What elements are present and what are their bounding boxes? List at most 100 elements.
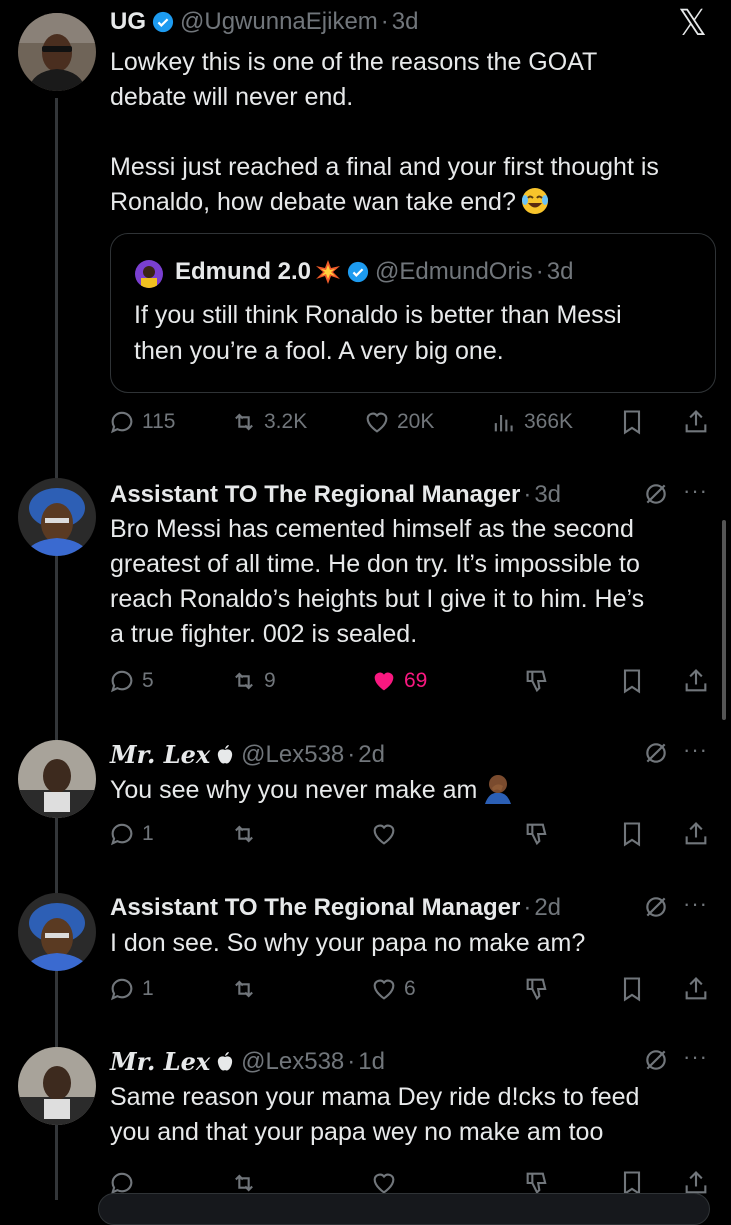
repost-button[interactable]: [230, 817, 258, 851]
dislike-button[interactable]: [523, 664, 551, 698]
author-name[interactable]: Assistant TO The Regional Manager: [110, 894, 520, 922]
quote-author-handle[interactable]: @EdmundOris: [375, 258, 533, 286]
reply-icon: [110, 823, 133, 846]
separator-dot: ·: [347, 1047, 356, 1075]
reply-time[interactable]: 1d: [358, 1048, 385, 1076]
author-name[interactable]: UG: [110, 8, 146, 36]
like-button[interactable]: 6: [370, 972, 416, 1006]
repost-count: 9: [264, 669, 276, 692]
more-icon[interactable]: ···: [683, 737, 708, 763]
views-button[interactable]: 366K: [490, 405, 573, 439]
reply-time[interactable]: 2d: [358, 741, 385, 769]
reply-body-line-wrap: You see why you never make am: [110, 772, 515, 808]
quote-author-name[interactable]: Edmund 2.0: [175, 258, 311, 286]
heart-icon: [373, 979, 395, 1000]
reply-button[interactable]: 115: [108, 405, 175, 439]
reply-body-line: Bro Messi has cemented himself as the se…: [110, 515, 634, 543]
reply-header: Assistant TO The Regional Manager · 3d: [110, 481, 561, 509]
tweet-time[interactable]: 3d: [392, 8, 419, 36]
avatar-mr-lex[interactable]: [18, 1047, 96, 1125]
reply-button[interactable]: 5: [108, 664, 154, 698]
like-button[interactable]: 69: [370, 664, 427, 698]
reply-body-line: you and that your papa wey no make am to…: [110, 1118, 604, 1146]
bookmark-icon: [623, 822, 641, 847]
reply-actions: 1 6: [108, 972, 716, 1006]
like-button[interactable]: [370, 817, 398, 851]
like-count: 6: [404, 977, 416, 1000]
reply-count: 1: [142, 977, 154, 1000]
grok-icon[interactable]: [643, 740, 669, 766]
author-handle[interactable]: @UgwunnaEjikem: [180, 8, 378, 36]
author-handle[interactable]: @Lex538: [241, 741, 344, 769]
avatar-assistant[interactable]: [18, 893, 96, 971]
bookmark-button[interactable]: [618, 972, 646, 1006]
tweet-body-line: Messi just reached a final and your firs…: [110, 153, 659, 181]
tweet-header: UG @UgwunnaEjikem · 3d: [110, 8, 418, 36]
reply-button[interactable]: 1: [108, 817, 154, 851]
reply-body-line: a true fighter. 002 is sealed.: [110, 620, 418, 648]
more-icon[interactable]: ···: [683, 478, 708, 504]
tweet-body-line: Ronaldo, how debate wan take end?: [110, 188, 516, 216]
separator-dot: ·: [523, 481, 532, 508]
dislike-button[interactable]: [523, 972, 551, 1006]
grok-icon[interactable]: [643, 481, 669, 507]
dislike-button[interactable]: [523, 817, 551, 851]
bookmark-button[interactable]: [618, 405, 646, 439]
share-button[interactable]: [682, 817, 710, 851]
like-count: 69: [404, 669, 428, 692]
repost-icon: [235, 825, 253, 843]
reply-time[interactable]: 2d: [534, 894, 561, 922]
thumbs-down-icon: [526, 978, 547, 1001]
avatar-assistant[interactable]: [18, 478, 96, 556]
reply-header: Mr. Lex @Lex538 · 2d: [110, 740, 385, 769]
quote-time[interactable]: 3d: [547, 258, 574, 286]
verified-badge-icon: [347, 261, 369, 283]
reply-count: 1: [142, 822, 154, 845]
share-button[interactable]: [682, 405, 710, 439]
share-icon: [685, 669, 707, 692]
grok-icon[interactable]: [643, 1047, 669, 1073]
bookmark-button[interactable]: [618, 817, 646, 851]
author-handle[interactable]: @Lex538: [241, 1048, 344, 1076]
quote-body-line: If you still think Ronaldo is better tha…: [134, 301, 622, 329]
share-icon: [685, 977, 707, 1000]
reply-time[interactable]: 3d: [534, 481, 561, 509]
laughing-emoji-icon: [520, 185, 550, 220]
separator-dot: ·: [380, 8, 389, 35]
reply-body-line: greatest of all time. He don try. It’s i…: [110, 550, 640, 578]
reply-composer[interactable]: [98, 1193, 710, 1225]
x-logo-icon: 𝕏: [678, 2, 708, 43]
reply-count: 115: [142, 410, 176, 433]
bookmark-icon: [623, 669, 641, 694]
collision-emoji-icon: [316, 260, 341, 284]
scrollbar[interactable]: [722, 520, 726, 720]
like-button[interactable]: 20K: [363, 405, 434, 439]
views-icon: [494, 415, 513, 432]
more-icon[interactable]: ···: [683, 891, 708, 917]
avatar-ug[interactable]: [18, 13, 96, 91]
repost-button[interactable]: 9: [230, 664, 276, 698]
repost-count: 3.2K: [264, 410, 308, 433]
tweet-body-line: Lowkey this is one of the reasons the GO…: [110, 48, 598, 76]
bookmark-button[interactable]: [618, 664, 646, 698]
author-name[interactable]: Mr. Lex: [110, 740, 210, 769]
repost-button[interactable]: 3.2K: [230, 405, 307, 439]
reply-button[interactable]: 1: [108, 972, 154, 1006]
thumbs-down-icon: [526, 670, 547, 693]
repost-button[interactable]: [230, 972, 258, 1006]
author-name[interactable]: Assistant TO The Regional Manager: [110, 481, 520, 509]
heart-icon: [366, 412, 388, 433]
avatar-edmund[interactable]: [135, 260, 163, 288]
quoted-tweet[interactable]: Edmund 2.0 @EdmundOris · 3d If you still…: [110, 233, 716, 393]
grok-icon[interactable]: [643, 894, 669, 920]
avatar-mr-lex[interactable]: [18, 740, 96, 818]
quote-header: Edmund 2.0 @EdmundOris · 3d: [175, 258, 573, 286]
facepalm-emoji-icon: [481, 772, 515, 808]
share-button[interactable]: [682, 664, 710, 698]
reply-body-line: You see why you never make am: [110, 776, 478, 804]
share-button[interactable]: [682, 972, 710, 1006]
author-name[interactable]: Mr. Lex: [110, 1047, 210, 1076]
more-icon[interactable]: ···: [683, 1044, 708, 1070]
apple-icon: [218, 1051, 233, 1071]
tweet-actions: 115 3.2K 20K 366K: [108, 405, 716, 439]
